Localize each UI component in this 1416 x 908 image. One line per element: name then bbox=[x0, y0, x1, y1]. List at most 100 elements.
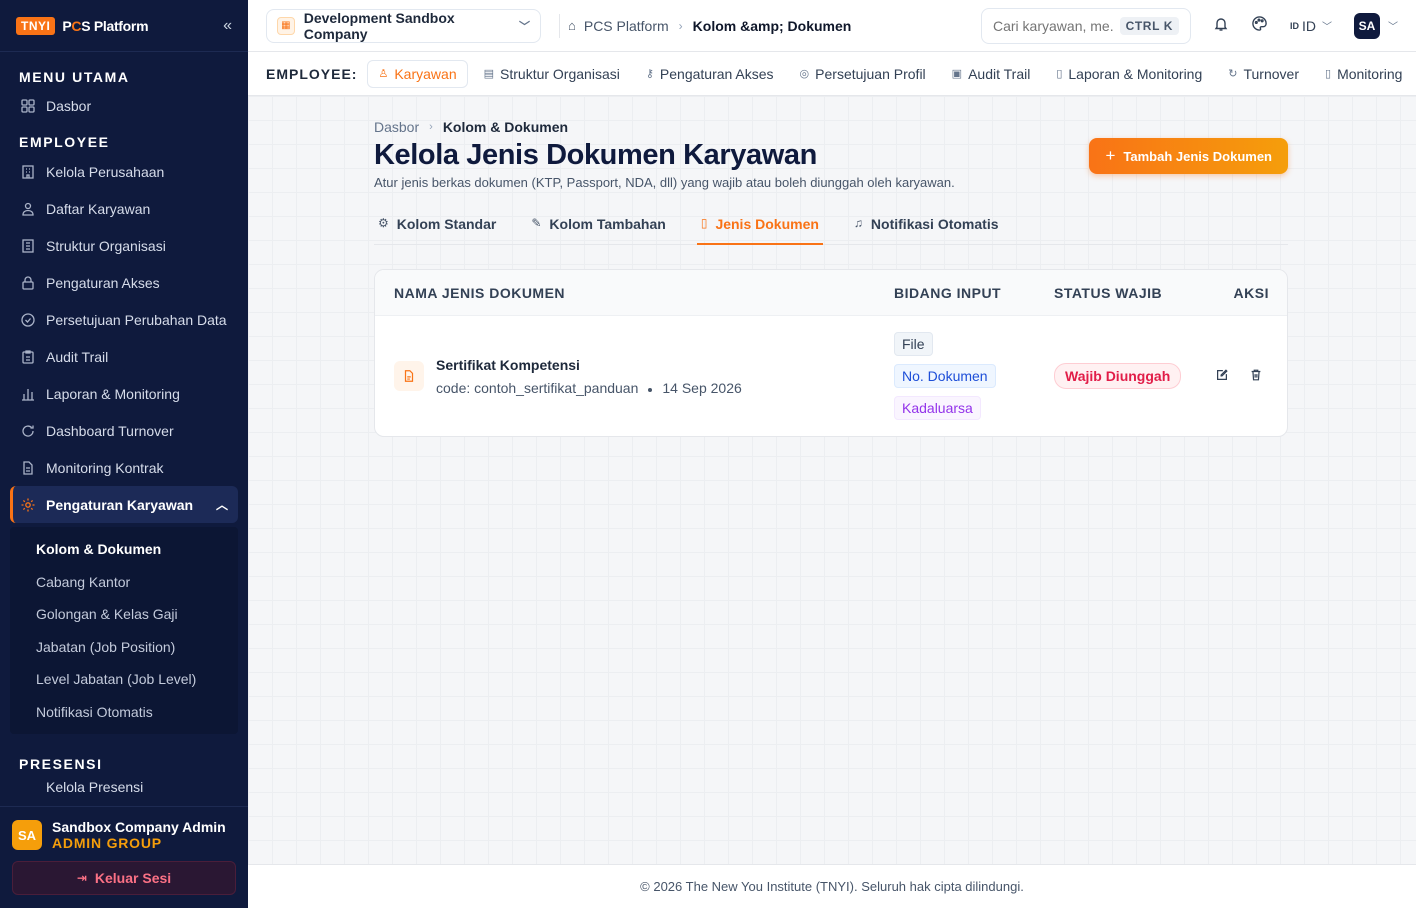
refresh-icon: ↻ bbox=[1228, 68, 1238, 80]
tnyi-logo: TNYI bbox=[16, 16, 56, 35]
lock-icon bbox=[22, 275, 34, 290]
submenu-item-cabang-kantor[interactable]: Cabang Kantor bbox=[10, 566, 238, 599]
submenu-item-golongan-kelas-gaji[interactable]: Golongan & Kelas Gaji bbox=[10, 598, 238, 631]
sidebar-item-daftar-karyawan[interactable]: Daftar Karyawan bbox=[10, 190, 238, 227]
submenu-item-level-jabatan[interactable]: Level Jabatan (Job Level) bbox=[10, 663, 238, 696]
company-selector[interactable]: ▦ Development Sandbox Company ﹀ bbox=[266, 8, 541, 43]
sidebar-item-dasbor[interactable]: Dasbor bbox=[10, 87, 238, 124]
chevron-down-icon: ﹀ bbox=[1322, 22, 1332, 33]
sidebar-item-label: Persetujuan Perubahan Data bbox=[46, 311, 227, 328]
sidebar-item-audit-trail[interactable]: Audit Trail bbox=[10, 338, 238, 375]
sidebar-item-monitoring-kontrak[interactable]: Monitoring Kontrak bbox=[10, 449, 238, 486]
chevron-down-icon: ﹀ bbox=[519, 20, 530, 33]
submenu-item-jabatan[interactable]: Jabatan (Job Position) bbox=[10, 631, 238, 664]
document-icon bbox=[394, 361, 424, 391]
gear-icon bbox=[21, 498, 35, 511]
column-header-name: NAMA JENIS DOKUMEN bbox=[394, 284, 566, 301]
palette-icon[interactable] bbox=[1251, 15, 1268, 36]
sidebar-item-pengaturan-karyawan[interactable]: Pengaturan Karyawan ︿ bbox=[10, 486, 238, 523]
divider bbox=[559, 13, 560, 38]
document-code: code: contoh_sertifikat_panduan bbox=[436, 379, 639, 396]
sidebar-item-kelola-presensi[interactable]: Kelola Presensi bbox=[10, 772, 238, 802]
home-icon[interactable]: ⌂ bbox=[568, 18, 576, 33]
trash-icon[interactable] bbox=[1249, 368, 1263, 385]
chevron-down-icon[interactable]: ﹀ bbox=[1388, 18, 1398, 33]
module-tab-label: Audit Trail bbox=[968, 65, 1031, 82]
calendar-icon bbox=[20, 779, 36, 795]
sidebar-item-kelola-perusahaan[interactable]: Kelola Perusahaan bbox=[10, 153, 238, 190]
check-circle-icon bbox=[21, 312, 35, 327]
module-tab-persetujuan-profil[interactable]: ◎ Persetujuan Profil bbox=[790, 60, 936, 88]
tab-label: Kolom Standar bbox=[396, 216, 497, 232]
user-role: ADMIN GROUP bbox=[52, 835, 162, 851]
section-title-employee: EMPLOYEE bbox=[19, 134, 110, 150]
submenu-item-kolom-dokumen[interactable]: Kolom & Dokumen bbox=[10, 533, 238, 566]
status-cell: Wajib Diunggah bbox=[1054, 363, 1204, 389]
sidebar-item-label: Pengaturan Karyawan bbox=[46, 496, 194, 513]
module-tab-label: Karyawan bbox=[394, 65, 457, 82]
document-meta: code: contoh_sertifikat_panduan 14 Sep 2… bbox=[436, 380, 742, 396]
input-fields-cell: File No. Dokumen Kadaluarsa bbox=[894, 332, 1054, 420]
sidebar-item-label: Dashboard Turnover bbox=[46, 422, 174, 439]
sidebar-menu[interactable]: MENU UTAMA Dasbor EMPLOYEE Kelola Perusa… bbox=[0, 52, 248, 806]
submenu-pengaturan-karyawan: Kolom & Dokumen Cabang Kantor Golongan &… bbox=[10, 527, 238, 734]
refresh-icon bbox=[22, 424, 34, 437]
tab-jenis-dokumen[interactable]: ▯ Jenis Dokumen bbox=[696, 212, 823, 245]
avatar[interactable]: SA bbox=[1354, 12, 1380, 39]
plus-icon: + bbox=[1105, 146, 1116, 165]
language-selector[interactable]: ID ID ﹀ bbox=[1290, 18, 1332, 34]
module-tab-pengaturan-akses[interactable]: ⚷ Pengaturan Akses bbox=[636, 60, 784, 88]
actions-cell bbox=[1204, 368, 1287, 385]
users-icon bbox=[22, 202, 34, 216]
tab-kolom-tambahan[interactable]: ✎ Kolom Tambahan bbox=[527, 212, 669, 245]
breadcrumb: ⌂ PCS Platform › Kolom &amp; Dokumen bbox=[568, 18, 851, 34]
submenu-item-notifikasi-otomatis[interactable]: Notifikasi Otomatis bbox=[10, 696, 238, 729]
tab-notifikasi-otomatis[interactable]: ♫ Notifikasi Otomatis bbox=[850, 212, 1003, 245]
column-header-fields: BIDANG INPUT bbox=[894, 284, 1002, 301]
document-cell: Sertifikat Kompetensi code: contoh_serti… bbox=[375, 357, 894, 396]
breadcrumb-current: Kolom & Dokumen bbox=[442, 119, 569, 135]
document-date: 14 Sep 2026 bbox=[662, 379, 742, 396]
module-tab-audit-trail[interactable]: ▣ Audit Trail bbox=[942, 60, 1041, 88]
edit-icon[interactable] bbox=[1215, 368, 1229, 385]
file-icon: ▯ bbox=[1325, 68, 1332, 80]
users-icon: ♙ bbox=[378, 68, 389, 80]
clipboard-icon bbox=[22, 349, 34, 364]
sidebar-item-label: Kelola Presensi bbox=[46, 779, 144, 795]
add-document-type-button[interactable]: + Tambah Jenis Dokumen bbox=[1089, 138, 1288, 174]
user-name: Sandbox Company Admin bbox=[52, 819, 226, 835]
search-box[interactable]: CTRL K bbox=[981, 7, 1191, 44]
sidebar-item-dashboard-turnover[interactable]: Dashboard Turnover bbox=[10, 412, 238, 449]
module-tab-laporan-monitoring[interactable]: ▯ Laporan & Monitoring bbox=[1046, 60, 1212, 88]
sidebar-item-label: Dasbor bbox=[46, 97, 92, 114]
document-types-table: NAMA JENIS DOKUMEN BIDANG INPUT STATUS W… bbox=[374, 269, 1288, 437]
module-tab-turnover[interactable]: ↻ Turnover bbox=[1218, 60, 1309, 88]
sidebar-item-persetujuan-perubahan-data[interactable]: Persetujuan Perubahan Data bbox=[10, 301, 238, 338]
logout-button[interactable]: ⇥ Keluar Sesi bbox=[12, 861, 236, 895]
bar-chart-icon bbox=[22, 388, 34, 401]
sidebar-item-label: Audit Trail bbox=[46, 348, 109, 365]
bell-icon[interactable] bbox=[1213, 16, 1229, 36]
page-breadcrumb: Dasbor › Kolom & Dokumen bbox=[374, 119, 1288, 135]
tab-kolom-standar[interactable]: ⚙ Kolom Standar bbox=[374, 212, 500, 245]
module-tab-struktur-organisasi[interactable]: ▤ Struktur Organisasi bbox=[474, 60, 630, 88]
building-icon: ▦ bbox=[277, 16, 295, 35]
section-title-menu-utama: MENU UTAMA bbox=[19, 69, 130, 85]
sidebar-item-laporan-monitoring[interactable]: Laporan & Monitoring bbox=[10, 375, 238, 412]
company-name: Development Sandbox Company bbox=[303, 9, 455, 42]
sidebar-item-pengaturan-akses[interactable]: Pengaturan Akses bbox=[10, 264, 238, 301]
search-input[interactable] bbox=[993, 17, 1113, 34]
sidebar-user-panel: SA Sandbox Company Admin ADMIN GROUP ⇥ K… bbox=[0, 806, 248, 908]
module-tab-karyawan[interactable]: ♙ Karyawan bbox=[367, 59, 468, 88]
sidebar-item-struktur-organisasi[interactable]: Struktur Organisasi bbox=[10, 227, 238, 264]
separator-dot bbox=[648, 387, 653, 392]
module-tab-monitoring[interactable]: ▯ Monitoring bbox=[1315, 60, 1412, 88]
copyright-text: © 2026 The New You Institute (TNYI). Sel… bbox=[640, 879, 1024, 894]
key-icon: ⚷ bbox=[645, 68, 654, 80]
sidebar-header: TNYI PCS Platform « bbox=[0, 0, 248, 52]
building-icon: ▤ bbox=[483, 68, 495, 80]
breadcrumb-item[interactable]: PCS Platform bbox=[584, 18, 669, 34]
breadcrumb-item[interactable]: Dasbor bbox=[374, 119, 419, 135]
file-icon: ▯ bbox=[1056, 68, 1063, 80]
collapse-sidebar-icon[interactable]: « bbox=[223, 17, 232, 35]
